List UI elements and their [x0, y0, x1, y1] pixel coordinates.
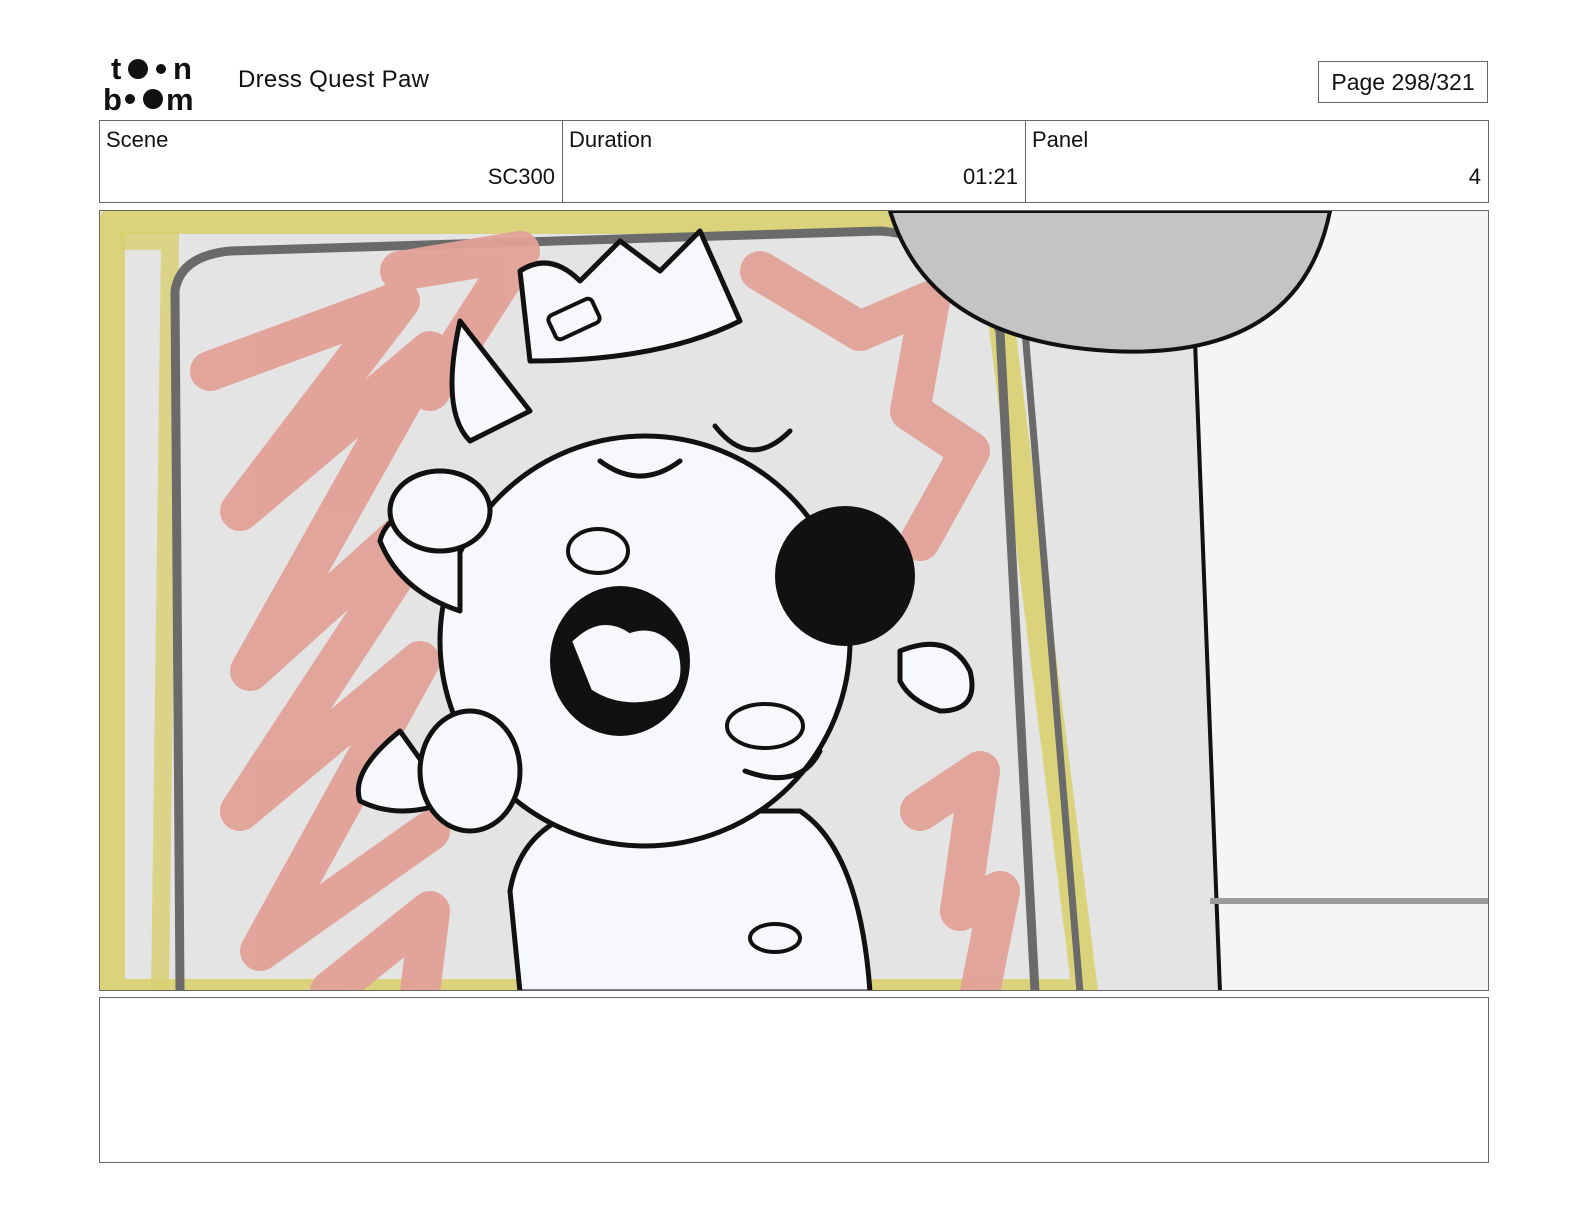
panel-value: 4	[1468, 164, 1481, 189]
duration-cell: Duration 01:21	[563, 121, 1026, 202]
panel-cell: Panel 4	[1026, 121, 1488, 202]
panel-label: Panel	[1032, 127, 1089, 152]
scene-label: Scene	[106, 127, 169, 152]
duration-label: Duration	[569, 127, 653, 152]
panel-drawing	[100, 211, 1488, 990]
page-indicator: Page 298/321	[1318, 61, 1488, 103]
project-title: Dress Quest Paw	[238, 66, 430, 93]
scene-cell: Scene SC300	[100, 121, 563, 202]
panel-notes-box	[99, 997, 1489, 1163]
svg-text:n: n	[173, 51, 192, 86]
toon-boom-logo: t n b m	[103, 51, 194, 112]
scene-value: SC300	[487, 164, 555, 189]
panel-info-row: Scene SC300 Duration 01:21 Panel 4	[99, 120, 1489, 203]
svg-text:b: b	[103, 82, 122, 112]
svg-text:m: m	[166, 82, 194, 112]
storyboard-panel	[99, 210, 1489, 991]
svg-text:t: t	[111, 51, 121, 86]
duration-value: 01:21	[962, 164, 1018, 189]
